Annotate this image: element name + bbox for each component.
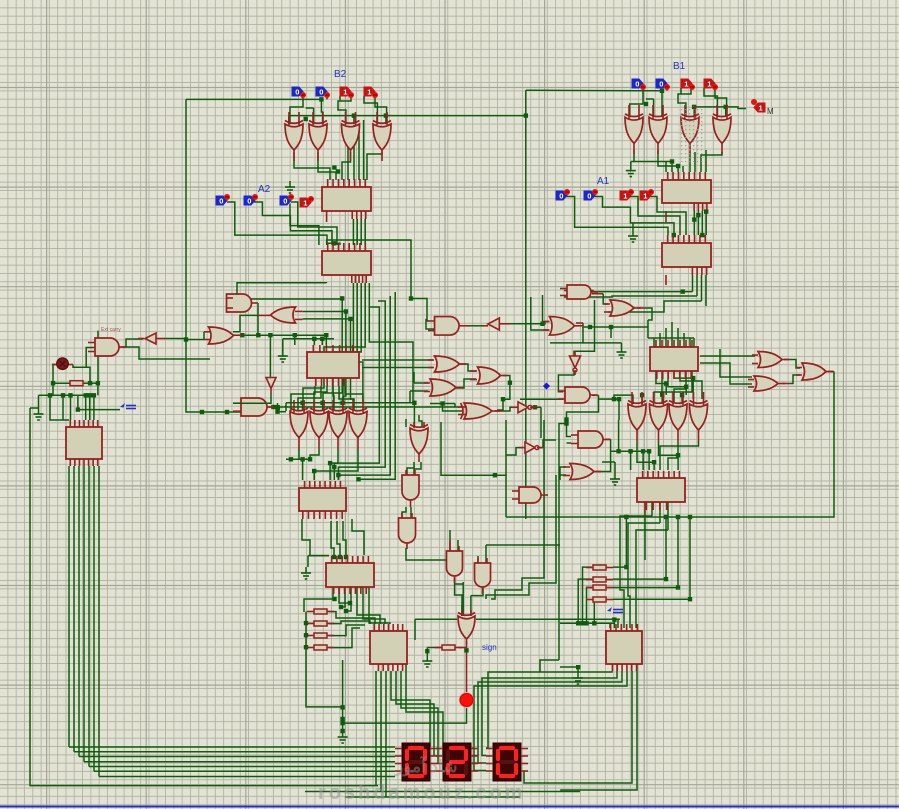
svg-text:Ext carry: Ext carry <box>101 327 121 333</box>
svg-text:1: 1 <box>343 87 347 96</box>
svg-text:1: 1 <box>623 191 627 200</box>
svg-text:B2: B2 <box>334 69 347 80</box>
svg-text:0: 0 <box>635 79 639 88</box>
svg-text:0: 0 <box>559 191 563 200</box>
svg-text:sign: sign <box>482 643 497 652</box>
svg-text:0: 0 <box>247 196 251 205</box>
svg-text:B1: B1 <box>673 61 686 72</box>
svg-text:1: 1 <box>759 103 763 112</box>
svg-text:0: 0 <box>219 196 223 205</box>
svg-text:0: 0 <box>295 87 299 96</box>
svg-text:شاد آموز: شاد آموز <box>393 755 458 777</box>
svg-text:A1: A1 <box>597 176 610 187</box>
svg-text:0: 0 <box>659 79 663 88</box>
svg-text:1: 1 <box>707 79 711 88</box>
svg-text:roshdamouz.com: roshdamouz.com <box>318 782 526 804</box>
svg-text:1: 1 <box>303 198 307 207</box>
svg-text:0: 0 <box>587 191 591 200</box>
svg-text:1: 1 <box>643 191 647 200</box>
svg-text:1: 1 <box>367 87 371 96</box>
svg-text:M: M <box>767 107 774 116</box>
svg-text:A2: A2 <box>258 184 271 195</box>
svg-text:1: 1 <box>684 79 688 88</box>
svg-text:0: 0 <box>283 196 287 205</box>
svg-text:0: 0 <box>319 87 323 96</box>
